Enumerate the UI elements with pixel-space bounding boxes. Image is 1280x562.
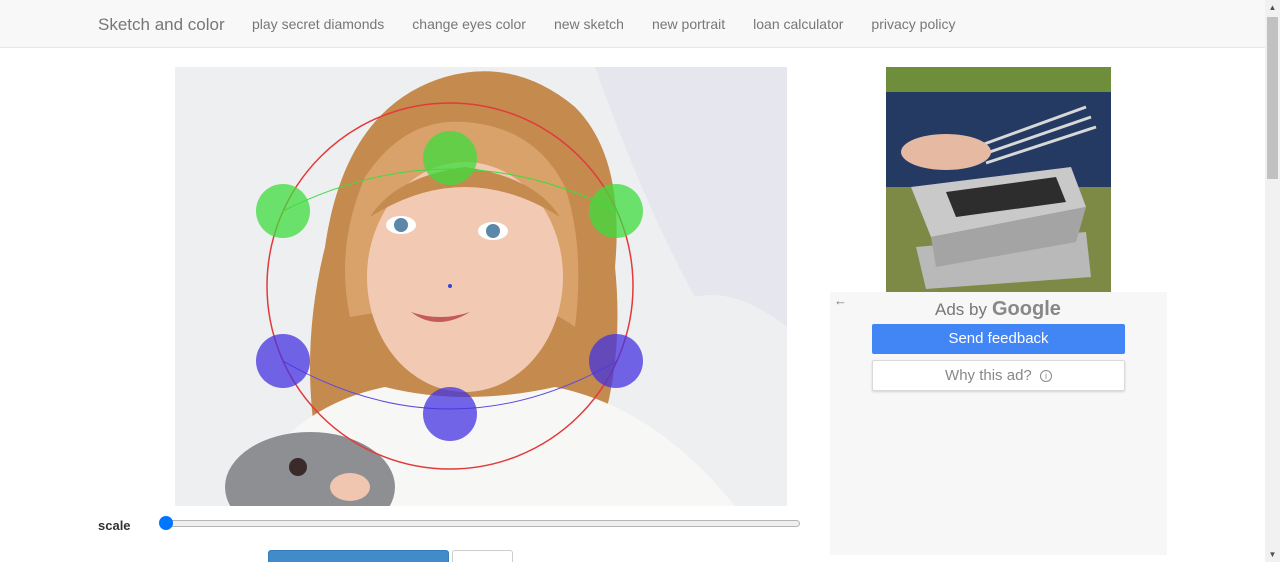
center-point[interactable] <box>448 284 452 288</box>
primary-action-button[interactable] <box>268 550 449 562</box>
secondary-action-button[interactable] <box>452 550 513 562</box>
scale-slider-thumb[interactable] <box>159 516 173 530</box>
ads-by-google: Ads by Google <box>935 298 1061 321</box>
google-logo: Google <box>991 298 1061 320</box>
ad-image-svg <box>886 67 1111 292</box>
brand-link[interactable]: Sketch and color <box>98 15 225 35</box>
portrait-canvas[interactable] <box>175 67 787 506</box>
ads-by-label: Ads by <box>935 300 987 319</box>
scroll-up-arrow-icon[interactable]: ▲ <box>1265 0 1280 15</box>
nav-links: play secret diamonds change eyes color n… <box>252 16 955 32</box>
scale-label: scale <box>98 518 131 533</box>
right-iris <box>486 224 500 238</box>
scroll-down-arrow-icon[interactable]: ▼ <box>1265 547 1280 562</box>
handle-bottom-right[interactable] <box>589 334 643 388</box>
portrait-svg <box>175 67 787 506</box>
ad-hand <box>901 134 991 170</box>
hand-shape <box>330 473 370 501</box>
nav-play-secret-diamonds[interactable]: play secret diamonds <box>252 16 384 32</box>
handle-bottom-center[interactable] <box>423 387 477 441</box>
handle-top-left[interactable] <box>256 184 310 238</box>
scale-slider-track[interactable] <box>162 520 800 527</box>
rabbit-eye <box>289 458 307 476</box>
top-navbar: Sketch and color play secret diamonds ch… <box>0 0 1265 48</box>
nav-new-sketch[interactable]: new sketch <box>554 16 624 32</box>
handle-top-center[interactable] <box>423 131 477 185</box>
back-arrow-icon[interactable]: ← <box>834 293 847 308</box>
scrollbar-thumb[interactable] <box>1267 17 1278 179</box>
left-iris <box>394 218 408 232</box>
why-this-ad-button[interactable]: Why this ad? i <box>872 360 1125 391</box>
nav-change-eyes-color[interactable]: change eyes color <box>412 16 526 32</box>
handle-top-right[interactable] <box>589 184 643 238</box>
nav-new-portrait[interactable]: new portrait <box>652 16 725 32</box>
nav-privacy-policy[interactable]: privacy policy <box>871 16 955 32</box>
send-feedback-button[interactable]: Send feedback <box>872 324 1125 354</box>
why-this-ad-label: Why this ad? <box>945 367 1032 384</box>
ad-image[interactable] <box>886 67 1111 292</box>
nav-loan-calculator[interactable]: loan calculator <box>753 16 843 32</box>
handle-bottom-left[interactable] <box>256 334 310 388</box>
info-icon: i <box>1039 370 1052 383</box>
